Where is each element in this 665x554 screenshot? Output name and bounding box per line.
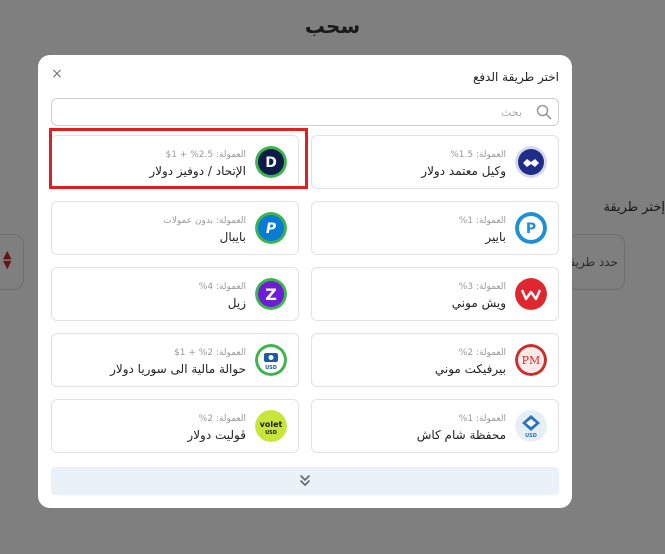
- method-card-volet[interactable]: volet USD العمولة: 2% ڤوليت دولار: [51, 399, 299, 453]
- syria-transfer-icon: USD: [255, 344, 287, 376]
- method-fee: العمولة: 1%: [458, 414, 506, 424]
- method-fee: العمولة: بدون عمولات: [163, 216, 246, 226]
- payment-method-modal: اختر طريقة الدفع × العمولة: 1.5% وكيل مع…: [38, 55, 572, 508]
- method-fee: العمولة: 3%: [458, 282, 506, 292]
- selection-highlight-box: [49, 128, 308, 189]
- close-icon[interactable]: ×: [50, 67, 64, 81]
- svg-text:volet: volet: [260, 420, 283, 429]
- search-box: [51, 98, 559, 126]
- method-card-sham-cash[interactable]: USD العمولة: 1% محفظة شام كاش: [311, 399, 559, 453]
- method-card-perfect-money[interactable]: PM العمولة: 2% بيرفيكت موني: [311, 333, 559, 387]
- payeer-icon: P: [515, 212, 547, 244]
- svg-text:USD: USD: [525, 433, 537, 439]
- svg-text:P: P: [266, 221, 277, 237]
- method-fee: العمولة: 2%: [198, 414, 246, 424]
- svg-text:USD: USD: [265, 430, 277, 436]
- sham-cash-icon: USD: [515, 410, 547, 442]
- volet-icon: volet USD: [255, 410, 287, 442]
- method-name: بايبال: [219, 230, 246, 244]
- perfect-money-icon: PM: [515, 344, 547, 376]
- wish-money-icon: [515, 278, 547, 310]
- method-fee: العمولة: 2% + 1$: [174, 348, 246, 358]
- method-card-wish-money[interactable]: العمولة: 3% ويش موني: [311, 267, 559, 321]
- svg-text:Z: Z: [265, 285, 277, 304]
- svg-text:PM: PM: [522, 354, 541, 367]
- method-name: زيل: [227, 296, 246, 310]
- method-name: بيرفيكت موني: [434, 362, 506, 376]
- method-fee: العمولة: 4%: [198, 282, 246, 292]
- search-icon: [536, 104, 552, 120]
- method-name: ڤوليت دولار: [187, 428, 246, 442]
- method-name: حوالة مالية الى سوريا دولار: [110, 362, 246, 376]
- show-more-button[interactable]: [51, 467, 559, 495]
- agent-handshake-icon: [515, 146, 547, 178]
- method-card-syria-transfer[interactable]: USD العمولة: 2% + 1$ حوالة مالية الى سور…: [51, 333, 299, 387]
- svg-text:P: P: [526, 221, 536, 237]
- paypal-icon: P: [255, 212, 287, 244]
- method-fee: العمولة: 1.5%: [450, 150, 506, 160]
- method-card-payeer[interactable]: P العمولة: 1% بايير: [311, 201, 559, 255]
- method-name: ويش موني: [451, 296, 506, 310]
- method-name: وكيل معتمد دولار: [421, 164, 506, 178]
- zelle-icon: Z: [255, 278, 287, 310]
- method-name: بايير: [485, 230, 506, 244]
- method-card-paypal[interactable]: P العمولة: بدون عمولات بايبال: [51, 201, 299, 255]
- svg-text:USD: USD: [265, 365, 277, 371]
- method-card-agent[interactable]: العمولة: 1.5% وكيل معتمد دولار: [311, 135, 559, 189]
- method-name: محفظة شام كاش: [416, 428, 506, 442]
- search-input[interactable]: [60, 102, 522, 122]
- double-chevron-down-icon: [300, 475, 310, 486]
- method-card-zelle[interactable]: Z العمولة: 4% زيل: [51, 267, 299, 321]
- method-fee: العمولة: 1%: [458, 216, 506, 226]
- method-fee: العمولة: 2%: [458, 348, 506, 358]
- modal-title: اختر طريقة الدفع: [472, 70, 559, 84]
